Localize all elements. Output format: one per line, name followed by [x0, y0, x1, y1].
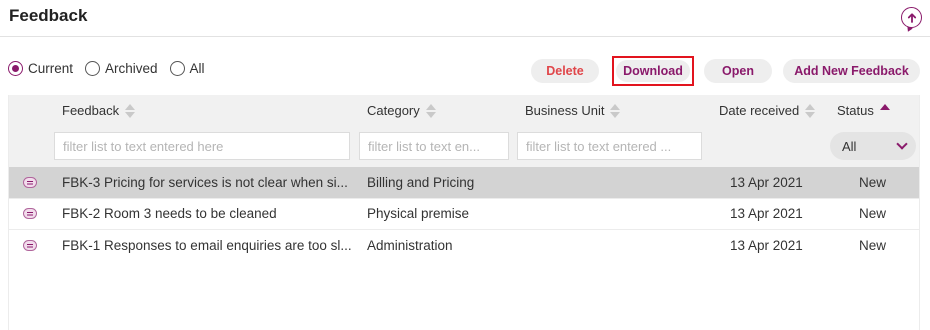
column-header-date-received[interactable]: Date received: [719, 103, 816, 118]
status-filter-select[interactable]: All: [830, 132, 916, 160]
feedback-message-icon: [23, 208, 37, 219]
sort-icon[interactable]: [610, 103, 621, 118]
business-unit-filter-input[interactable]: filter list to text entered ...: [517, 132, 702, 160]
feedback-cell: FBK-1 Responses to email enquiries are t…: [62, 238, 352, 253]
radio-current-indicator[interactable]: [8, 61, 23, 76]
chevron-down-icon: [896, 138, 908, 150]
sort-icon[interactable]: [805, 103, 816, 118]
date-cell: 13 Apr 2021: [730, 238, 803, 253]
table-row[interactable]: FBK-3 Pricing for services is not clear …: [9, 167, 919, 198]
column-label: Category: [367, 103, 420, 118]
table-row[interactable]: FBK-1 Responses to email enquiries are t…: [9, 230, 919, 261]
delete-button[interactable]: Delete: [531, 59, 599, 83]
status-cell: New: [859, 206, 887, 221]
category-filter-input[interactable]: filter list to text en...: [359, 132, 509, 160]
radio-archived-label: Archived: [105, 61, 158, 76]
sort-icon[interactable]: [425, 103, 436, 118]
column-label: Date received: [719, 103, 800, 118]
date-cell: 13 Apr 2021: [730, 175, 803, 190]
radio-archived-indicator[interactable]: [85, 61, 101, 76]
column-header-status[interactable]: Status: [837, 103, 890, 118]
category-cell: Billing and Pricing: [367, 175, 475, 190]
feedback-cell: FBK-3 Pricing for services is not clear …: [62, 175, 348, 190]
download-button-highlight: Download: [612, 56, 694, 86]
radio-archived[interactable]: Archived: [85, 61, 158, 76]
table-row[interactable]: FBK-2 Room 3 needs to be cleaned Physica…: [9, 198, 919, 229]
radio-all-indicator[interactable]: [169, 61, 185, 76]
category-cell: Administration: [367, 238, 453, 253]
column-header-category[interactable]: Category: [367, 103, 436, 118]
column-label: Business Unit: [525, 103, 605, 118]
radio-all[interactable]: All: [169, 61, 205, 76]
column-header-business-unit[interactable]: Business Unit: [525, 103, 621, 118]
date-cell: 13 Apr 2021: [730, 206, 803, 221]
feedback-message-icon: [23, 240, 37, 251]
feedback-table: Feedback Category Business Unit Date rec…: [8, 95, 920, 330]
table-header: Feedback Category Business Unit Date rec…: [9, 95, 919, 167]
status-filter-value: All: [842, 138, 857, 154]
download-button[interactable]: Download: [616, 60, 690, 82]
radio-current-label: Current: [28, 61, 74, 76]
sort-ascending-icon[interactable]: [879, 103, 890, 118]
radio-all-label: All: [189, 61, 205, 76]
upload-button[interactable]: [901, 7, 922, 28]
page-title: Feedback: [9, 6, 88, 25]
status-cell: New: [859, 238, 887, 253]
feedback-message-icon: [23, 177, 37, 188]
page-header: Feedback: [0, 0, 930, 37]
column-label: Feedback: [62, 103, 120, 118]
column-header-feedback[interactable]: Feedback: [62, 103, 136, 118]
radio-current[interactable]: Current: [8, 61, 73, 76]
category-cell: Physical premise: [367, 206, 470, 221]
scope-filter-group: Current Archived All: [8, 61, 217, 76]
sort-icon[interactable]: [125, 103, 136, 118]
feedback-filter-input[interactable]: filter list to text entered here: [54, 132, 350, 160]
add-new-feedback-button[interactable]: Add New Feedback: [783, 59, 920, 83]
upload-arrow-icon: [907, 12, 916, 23]
feedback-cell: FBK-2 Room 3 needs to be cleaned: [62, 206, 277, 221]
column-label: Status: [837, 103, 874, 118]
open-button[interactable]: Open: [704, 59, 772, 83]
status-cell: New: [859, 175, 887, 190]
